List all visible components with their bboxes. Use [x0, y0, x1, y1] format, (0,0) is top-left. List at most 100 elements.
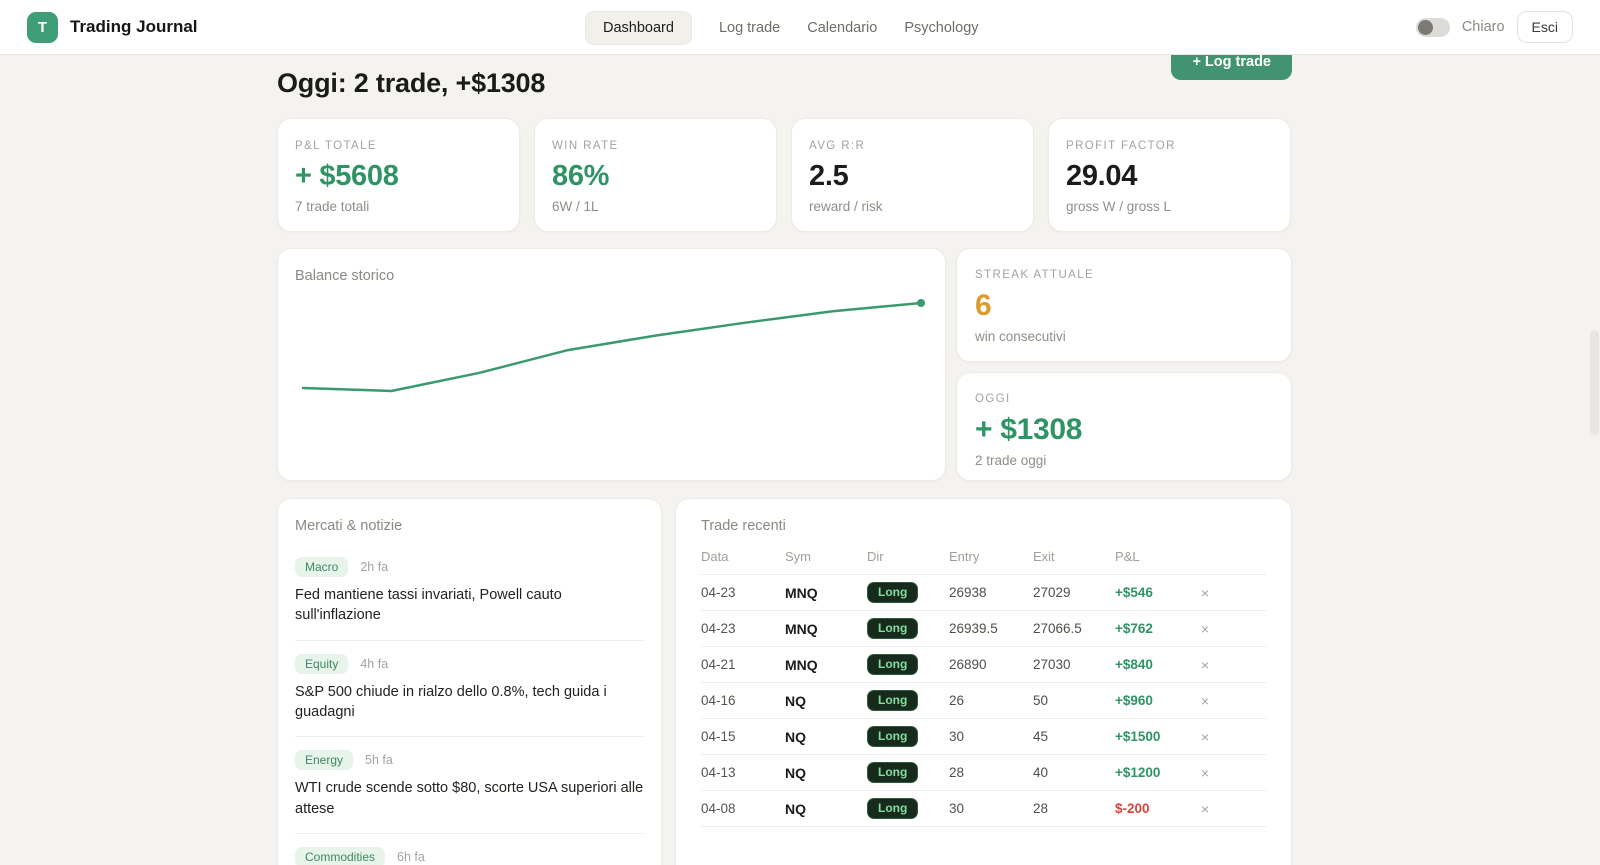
delete-trade-button[interactable]: × — [1201, 657, 1221, 673]
trade-exit: 50 — [1033, 693, 1115, 708]
trade-symbol: NQ — [785, 729, 867, 745]
today-card: OGGI + $1308 2 trade oggi — [956, 372, 1292, 481]
recent-trades-card: Trade recenti Data Sym Dir Entry Exit P&… — [675, 498, 1292, 865]
nav-tab[interactable]: Calendario — [807, 20, 877, 36]
trade-pnl: +$546 — [1115, 585, 1201, 600]
logout-button[interactable]: Esci — [1517, 11, 1573, 43]
trade-entry: 26938 — [949, 585, 1033, 600]
trade-pnl: $-200 — [1115, 801, 1201, 816]
theme-toggle-knob — [1418, 20, 1433, 35]
trade-row: 04-08 NQ Long 30 28 $-200 × — [701, 791, 1266, 827]
streak-label: STREAK ATTUALE — [975, 269, 1273, 281]
delete-trade-button[interactable]: × — [1201, 801, 1221, 817]
stat-card: PROFIT FACTOR 29.04 gross W / gross L — [1048, 118, 1291, 232]
trade-date: 04-23 — [701, 621, 785, 636]
trade-row: 04-13 NQ Long 28 40 +$1200 × — [701, 755, 1266, 791]
trade-exit: 27030 — [1033, 657, 1115, 672]
trade-symbol: NQ — [785, 693, 867, 709]
scrollbar-thumb[interactable] — [1590, 330, 1599, 435]
trade-direction-badge: Long — [867, 798, 918, 819]
nav-tab[interactable]: Log trade — [719, 20, 780, 36]
delete-trade-button[interactable]: × — [1201, 729, 1221, 745]
balance-chart-card: Balance storico — [277, 248, 946, 481]
trade-entry: 30 — [949, 801, 1033, 816]
main-nav: Dashboard Log trade Calendario Psycholog… — [585, 0, 979, 55]
today-value: + $1308 — [975, 413, 1273, 447]
trade-row: 04-16 NQ Long 26 50 +$960 × — [701, 683, 1266, 719]
delete-trade-button[interactable]: × — [1201, 585, 1221, 601]
delete-trade-button[interactable]: × — [1201, 693, 1221, 709]
trade-direction-badge: Long — [867, 690, 918, 711]
trades-table-body: 04-23 MNQ Long 26938 27029 +$546 × 04-23… — [701, 575, 1266, 827]
trade-entry: 26939.5 — [949, 621, 1033, 636]
trade-exit: 27066.5 — [1033, 621, 1115, 636]
news-category-badge: Energy — [295, 750, 353, 770]
theme-label: Chiaro — [1462, 19, 1505, 35]
mid-row: Balance storico STREAK ATTUALE 6 win con… — [277, 248, 1292, 481]
trade-row: 04-23 MNQ Long 26939.5 27066.5 +$762 × — [701, 611, 1266, 647]
news-category-badge: Equity — [295, 654, 348, 674]
trade-date: 04-08 — [701, 801, 785, 816]
balance-chart-title: Balance storico — [295, 268, 928, 284]
nav-tab[interactable]: Dashboard — [585, 11, 692, 45]
delete-trade-button[interactable]: × — [1201, 621, 1221, 637]
trades-title: Trade recenti — [701, 518, 1266, 534]
trade-symbol: NQ — [785, 801, 867, 817]
today-subtext: 2 trade oggi — [975, 453, 1273, 468]
stat-value: 29.04 — [1066, 160, 1273, 193]
stat-subtext: gross W / gross L — [1066, 199, 1273, 214]
news-timestamp: 5h fa — [365, 753, 393, 767]
news-headline: Fed mantiene tassi invariati, Powell cau… — [295, 585, 644, 626]
news-timestamp: 4h fa — [360, 657, 388, 671]
trade-pnl: +$840 — [1115, 657, 1201, 672]
trade-symbol: MNQ — [785, 585, 867, 601]
trades-column-header: Sym — [785, 549, 867, 564]
trade-exit: 27029 — [1033, 585, 1115, 600]
stat-value: + $5608 — [295, 160, 502, 193]
brand-name: Trading Journal — [70, 17, 198, 37]
stat-label: WIN RATE — [552, 140, 759, 152]
trade-date: 04-13 — [701, 765, 785, 780]
trade-direction-badge: Long — [867, 726, 918, 747]
stat-card: P&L TOTALE + $5608 7 trade totali — [277, 118, 520, 232]
stat-card: WIN RATE 86% 6W / 1L — [534, 118, 777, 232]
trade-exit: 40 — [1033, 765, 1115, 780]
trade-direction-badge: Long — [867, 618, 918, 639]
stat-label: AVG R:R — [809, 140, 1016, 152]
trades-column-header: Dir — [867, 549, 949, 564]
stat-subtext: reward / risk — [809, 199, 1016, 214]
trade-pnl: +$960 — [1115, 693, 1201, 708]
page-title: Oggi: 2 trade, +$1308 — [277, 68, 1292, 99]
trades-column-header: Data — [701, 549, 785, 564]
stat-subtext: 6W / 1L — [552, 199, 759, 214]
trade-entry: 26 — [949, 693, 1033, 708]
page-header: Oggi: 2 trade, +$1308 + Log trade — [277, 55, 1292, 99]
trade-entry: 28 — [949, 765, 1033, 780]
stat-subtext: 7 trade totali — [295, 199, 502, 214]
equity-endpoint-dot — [917, 299, 925, 307]
trade-pnl: +$762 — [1115, 621, 1201, 636]
news-category-badge: Macro — [295, 557, 348, 577]
equity-line — [303, 303, 921, 391]
dashboard-main: Oggi: 2 trade, +$1308 + Log trade P&L TO… — [0, 0, 1600, 865]
stats-row: P&L TOTALE + $5608 7 trade totali WIN RA… — [277, 118, 1292, 232]
news-item[interactable]: Equity 4h fa S&P 500 chiude in rialzo de… — [295, 641, 644, 738]
trade-exit: 45 — [1033, 729, 1115, 744]
trade-date: 04-21 — [701, 657, 785, 672]
trade-symbol: MNQ — [785, 621, 867, 637]
news-item[interactable]: Commodities 6h fa Oro tocca nuovi massim… — [295, 834, 644, 865]
stat-value: 2.5 — [809, 160, 1016, 193]
brand-logo-icon: T — [27, 12, 58, 43]
stat-label: PROFIT FACTOR — [1066, 140, 1273, 152]
theme-toggle[interactable] — [1416, 18, 1450, 37]
news-card: Mercati & notizie Macro 2h fa Fed mantie… — [277, 498, 662, 865]
news-item[interactable]: Energy 5h fa WTI crude scende sotto $80,… — [295, 737, 644, 834]
trade-row: 04-23 MNQ Long 26938 27029 +$546 × — [701, 575, 1266, 611]
trade-direction-badge: Long — [867, 654, 918, 675]
nav-tab[interactable]: Psychology — [904, 20, 978, 36]
bottom-row: Mercati & notizie Macro 2h fa Fed mantie… — [277, 498, 1292, 865]
trade-symbol: NQ — [785, 765, 867, 781]
news-item[interactable]: Macro 2h fa Fed mantiene tassi invariati… — [295, 544, 644, 641]
delete-trade-button[interactable]: × — [1201, 765, 1221, 781]
equity-curve-chart — [295, 289, 930, 459]
